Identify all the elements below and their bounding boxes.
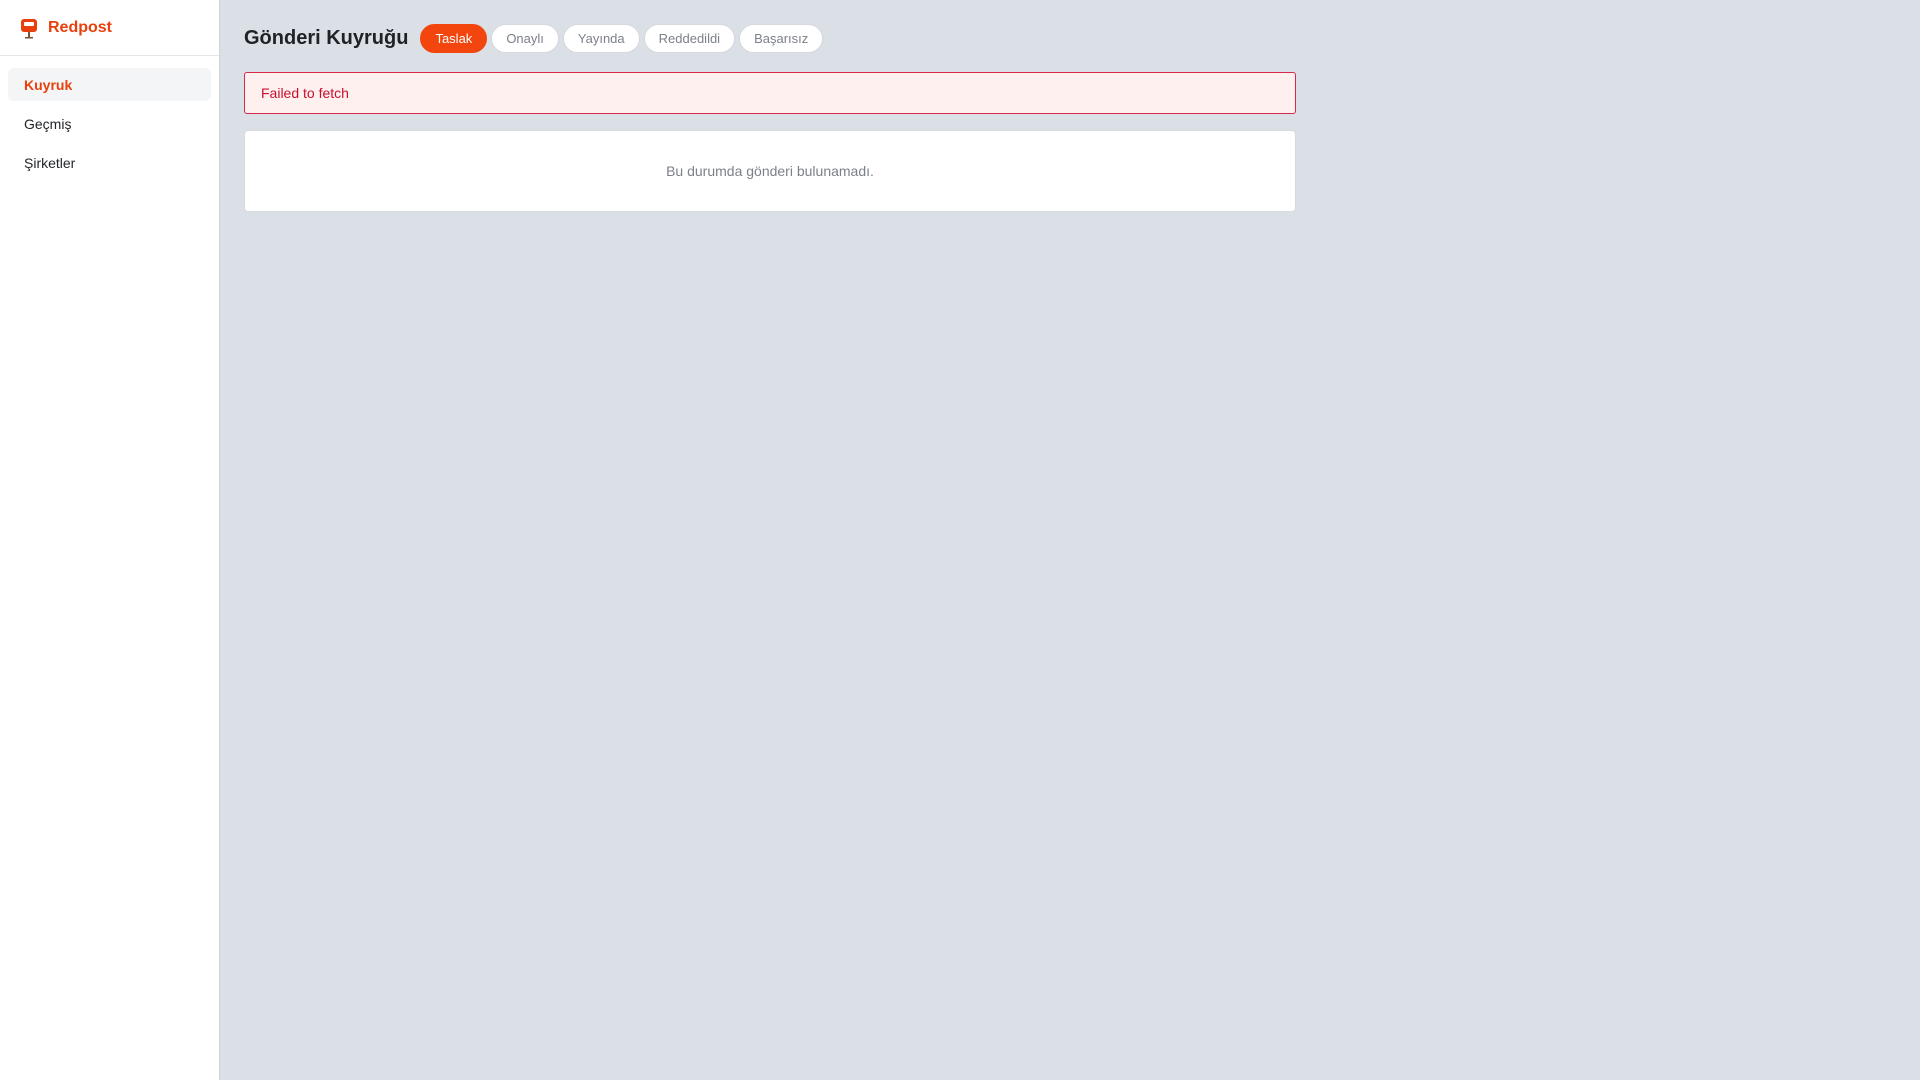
empty-state-message: Bu durumda gönderi bulunamadı. [666,163,874,179]
brand-name: Redpost [48,18,112,36]
page-title: Gönderi Kuyruğu [244,26,409,49]
status-tabs: Taslak Onaylı Yayında Reddedildi Başarıs… [420,23,824,53]
empty-state-card: Bu durumda gönderi bulunamadı. [244,130,1296,212]
sidebar-item-sirketler[interactable]: Şirketler [8,146,211,179]
tab-taslak[interactable]: Taslak [420,23,488,53]
error-message: Failed to fetch [261,85,349,101]
sidebar-item-gecmis[interactable]: Geçmiş [8,107,211,140]
app-root: Redpost Kuyruk Geçmiş Şirketler Gönderi … [0,0,1920,1080]
main-content: Gönderi Kuyruğu Taslak Onaylı Yayında Re… [220,0,1920,1080]
sidebar-item-kuyruk[interactable]: Kuyruk [8,68,211,101]
postbox-icon [20,17,38,39]
tab-basarisiz[interactable]: Başarısız [739,23,824,53]
sidebar-nav: Kuyruk Geçmiş Şirketler [0,56,219,191]
brand[interactable]: Redpost [0,0,219,56]
tab-reddedildi[interactable]: Reddedildi [643,23,736,53]
tab-yayinda[interactable]: Yayında [562,23,640,53]
page-header: Gönderi Kuyruğu Taslak Onaylı Yayında Re… [244,20,1920,56]
sidebar: Redpost Kuyruk Geçmiş Şirketler [0,0,220,1080]
error-alert: Failed to fetch [244,72,1296,114]
tab-onayli[interactable]: Onaylı [491,23,559,53]
